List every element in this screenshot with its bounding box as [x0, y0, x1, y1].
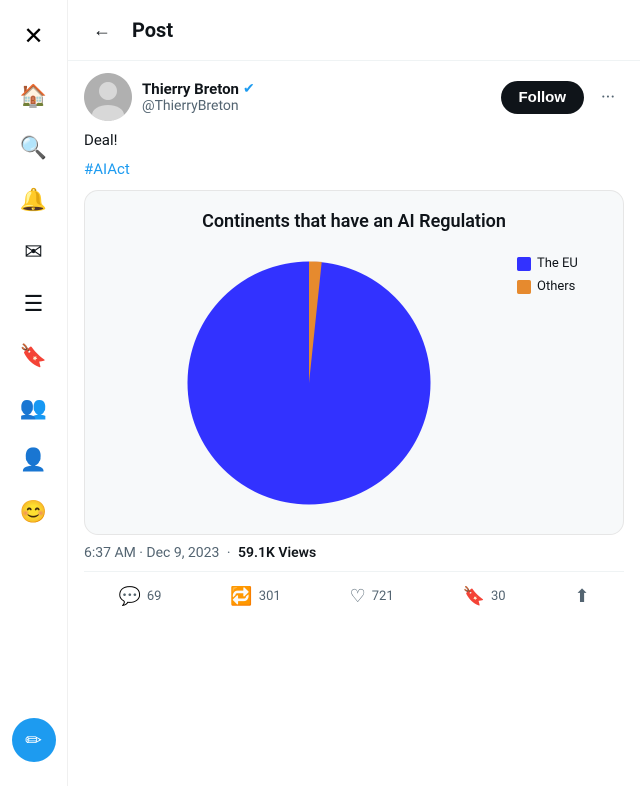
- user-details: Thierry Breton ✔ @ThierryBreton: [142, 80, 255, 114]
- action-bar: 💬 69 🔁 301 ♡ 721 🔖 30 ⬆: [84, 576, 624, 621]
- back-icon: ←: [93, 20, 111, 41]
- pie-chart: [174, 248, 444, 518]
- user-display-name: Thierry Breton: [142, 80, 239, 98]
- sidebar-item-bookmarks[interactable]: 🔖: [10, 332, 58, 380]
- timestamp: 6:37 AM · Dec 9, 2023 · 59.1K Views: [84, 545, 624, 561]
- like-count: 721: [372, 589, 394, 604]
- retweet-action[interactable]: 🔁 301: [222, 580, 288, 613]
- twitter-logo[interactable]: ✕: [10, 12, 58, 60]
- sidebar: ✕ 🏠 🔍 🔔 ✉ ☰ 🔖 👥 👤 😊 ✏: [0, 0, 68, 786]
- follow-button[interactable]: Follow: [501, 81, 585, 114]
- avatar[interactable]: [84, 73, 132, 121]
- verified-badge: ✔: [243, 81, 255, 97]
- retweet-icon: 🔁: [230, 586, 252, 607]
- chart-card: Continents that have an AI Regulation: [84, 190, 624, 535]
- page-title: Post: [132, 18, 173, 42]
- legend-color-eu: [517, 257, 531, 271]
- more-button[interactable]: ···: [592, 81, 624, 113]
- views-count: 59.1K Views: [238, 545, 316, 561]
- header: ← Post: [68, 0, 640, 61]
- hashtag-link[interactable]: #AIAct: [84, 160, 130, 178]
- reply-action[interactable]: 💬 69: [110, 580, 169, 613]
- chart-legend: The EU Others: [517, 248, 607, 294]
- user-left: Thierry Breton ✔ @ThierryBreton: [84, 73, 255, 121]
- back-button[interactable]: ←: [84, 12, 120, 48]
- legend-color-others: [517, 280, 531, 294]
- divider-top: [84, 571, 624, 572]
- retweet-count: 301: [259, 589, 281, 604]
- sidebar-item-profile[interactable]: 👤: [10, 436, 58, 484]
- bookmark-action[interactable]: 🔖 30: [455, 580, 514, 613]
- tweet-text: Deal!: [84, 129, 624, 152]
- dot-separator: ·: [227, 545, 231, 561]
- compose-button[interactable]: ✏: [12, 718, 56, 762]
- like-action[interactable]: ♡ 721: [342, 580, 402, 613]
- bookmark-count: 30: [491, 589, 506, 604]
- chart-circle-area: [101, 248, 517, 518]
- user-info: Thierry Breton ✔ @ThierryBreton Follow ·…: [84, 73, 624, 121]
- sidebar-item-home[interactable]: 🏠: [10, 72, 58, 120]
- legend-label-eu: The EU: [537, 256, 578, 271]
- chart-content: The EU Others: [101, 248, 607, 518]
- post-area: Thierry Breton ✔ @ThierryBreton Follow ·…: [68, 61, 640, 633]
- tweet-main-text: Deal!: [84, 131, 117, 149]
- legend-item-others: Others: [517, 279, 607, 294]
- share-action[interactable]: ⬆: [566, 580, 597, 613]
- tweet-hashtag: #AIAct: [84, 158, 624, 181]
- user-name-row: Thierry Breton ✔: [142, 80, 255, 98]
- reply-count: 69: [147, 589, 162, 604]
- reply-icon: 💬: [118, 586, 140, 607]
- avatar-image: [84, 73, 132, 121]
- more-icon: ···: [601, 87, 615, 108]
- sidebar-item-more[interactable]: 😊: [10, 488, 58, 536]
- sidebar-item-search[interactable]: 🔍: [10, 124, 58, 172]
- bookmark-icon: 🔖: [463, 586, 485, 607]
- share-icon: ⬆: [574, 586, 589, 607]
- chart-title: Continents that have an AI Regulation: [101, 211, 607, 232]
- sidebar-item-communities[interactable]: 👥: [10, 384, 58, 432]
- main-content: ← Post Thierry Breton ✔: [68, 0, 640, 786]
- user-handle: @ThierryBreton: [142, 98, 255, 114]
- legend-item-eu: The EU: [517, 256, 607, 271]
- sidebar-item-notifications[interactable]: 🔔: [10, 176, 58, 224]
- user-right: Follow ···: [501, 81, 625, 114]
- sidebar-item-messages[interactable]: ✉: [10, 228, 58, 276]
- sidebar-item-lists[interactable]: ☰: [10, 280, 58, 328]
- timestamp-text: 6:37 AM · Dec 9, 2023: [84, 545, 219, 561]
- like-icon: ♡: [350, 586, 366, 607]
- legend-label-others: Others: [537, 279, 575, 294]
